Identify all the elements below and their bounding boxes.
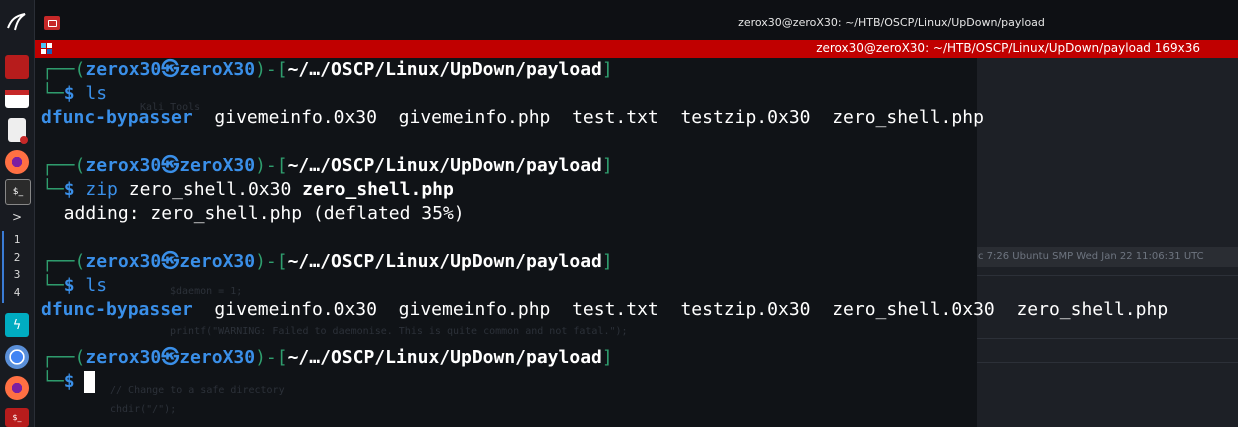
command-line: └─$ ls <box>42 275 108 296</box>
prompt-user: zerox30 <box>85 251 162 272</box>
prompt-at-symbol: ㉿ <box>161 155 180 176</box>
command-line: └─$ zip zero_shell.0x30 zero_shell.php <box>42 179 454 200</box>
command-name: zip <box>85 179 118 200</box>
file-entry: givemeinfo.php <box>398 299 551 320</box>
prompt-user: zerox30 <box>85 155 162 176</box>
directory-entry: dfunc-bypasser <box>41 299 193 320</box>
window-title: zerox30@zeroX30: ~/HTB/OSCP/Linux/UpDown… <box>738 16 1045 29</box>
workspace-4[interactable]: 4 <box>9 286 25 299</box>
text-editor-icon[interactable] <box>8 118 28 144</box>
red-app-icon[interactable] <box>5 55 29 79</box>
file-entry: test.txt <box>572 299 659 320</box>
prompt-host: zeroX30 <box>179 59 256 80</box>
prompt-line: ┌──(zerox30㉿zeroX30)-[~/…/OSCP/Linux/UpD… <box>42 347 613 368</box>
file-entry: givemeinfo.0x30 <box>214 299 377 320</box>
prompt-line: ┌──(zerox30㉿zeroX30)-[~/…/OSCP/Linux/UpD… <box>42 59 613 80</box>
ghost-text: printf("WARNING: Failed to daemonise. Th… <box>170 326 628 337</box>
ghost-text: $daemon = 1; <box>170 286 243 297</box>
background-divider <box>976 338 1238 339</box>
workspace-indicator <box>2 231 4 303</box>
app-dock: $_ > 1 2 3 4 ϟ $_ <box>0 0 35 427</box>
ghost-text: chdir("/"); <box>110 404 177 415</box>
red-terminal-icon[interactable]: $_ <box>5 408 29 427</box>
prompt-path: ~/…/OSCP/Linux/UpDown/payload <box>287 155 602 176</box>
tab-title[interactable]: zerox30@zeroX30: ~/HTB/OSCP/Linux/UpDown… <box>816 41 1200 55</box>
file-entry: zero_shell.php <box>832 107 984 128</box>
file-entry: testzip.0x30 <box>680 299 811 320</box>
file-entry: zero_shell.0x30 <box>832 299 995 320</box>
prompt-user: zerox30 <box>85 59 162 80</box>
file-entry: givemeinfo.0x30 <box>214 107 377 128</box>
workspace-1[interactable]: 1 <box>9 233 25 246</box>
chevron-right-icon[interactable]: > <box>5 205 29 229</box>
firefox-icon[interactable] <box>5 150 29 174</box>
ls-output: dfunc-bypasser givemeinfo.0x30 givemeinf… <box>41 299 1168 321</box>
prompt-dollar: $ <box>63 179 75 200</box>
prompt-dollar: $ <box>63 83 75 104</box>
prompt-path: ~/…/OSCP/Linux/UpDown/payload <box>287 251 602 272</box>
prompt-user: zerox30 <box>85 347 162 368</box>
prompt-at-symbol: ㉿ <box>161 59 180 80</box>
lightning-icon[interactable]: ϟ <box>5 313 29 337</box>
file-entry: givemeinfo.php <box>398 107 551 128</box>
prompt-host: zeroX30 <box>179 251 256 272</box>
prompt-host: zeroX30 <box>179 155 256 176</box>
directory-entry: dfunc-bypasser <box>41 107 193 128</box>
command-name: ls <box>85 83 108 104</box>
command-name: ls <box>85 275 108 296</box>
terminal-icon[interactable]: $_ <box>5 179 31 205</box>
firefox-icon-2[interactable] <box>5 376 29 400</box>
background-divider <box>976 362 1238 363</box>
file-entry: zero_shell.php <box>1016 299 1169 320</box>
terminal-output[interactable]: Kali Tools $daemon = 1; printf("WARNING:… <box>35 58 1168 427</box>
prompt-path: ~/…/OSCP/Linux/UpDown/payload <box>287 347 602 368</box>
command-argument: zero_shell.0x30 <box>128 179 292 200</box>
zip-output: adding: zero_shell.php (deflated 35%) <box>42 203 465 224</box>
prompt-path: ~/…/OSCP/Linux/UpDown/payload <box>287 59 602 80</box>
prompt-dollar: $ <box>63 275 75 296</box>
file-entry: testzip.0x30 <box>680 107 811 128</box>
command-argument: zero_shell.php <box>302 179 454 200</box>
ghost-text: // Change to a safe directory <box>110 385 285 396</box>
kali-menu-icon[interactable] <box>5 10 29 34</box>
background-status-strip: c 7:26 Ubuntu SMP Wed Jan 22 11:06:31 UT… <box>976 247 1238 267</box>
file-entry: test.txt <box>572 107 659 128</box>
workspace-3[interactable]: 3 <box>9 268 25 281</box>
prompt-line: ┌──(zerox30㉿zeroX30)-[~/…/OSCP/Linux/UpD… <box>42 155 613 176</box>
prompt-host: zeroX30 <box>179 347 256 368</box>
background-divider <box>976 275 1238 276</box>
background-window <box>976 58 1238 427</box>
active-command-line[interactable]: └─$ <box>42 371 95 393</box>
file-manager-icon[interactable] <box>5 90 29 108</box>
prompt-dollar: $ <box>63 371 75 392</box>
ls-output: dfunc-bypasser givemeinfo.0x30 givemeinf… <box>41 107 984 129</box>
chromium-icon[interactable] <box>5 345 29 369</box>
prompt-at-symbol: ㉿ <box>161 251 180 272</box>
prompt-line: ┌──(zerox30㉿zeroX30)-[~/…/OSCP/Linux/UpD… <box>42 251 613 272</box>
window-titlebar: zerox30@zeroX30: ~/HTB/OSCP/Linux/UpDown… <box>35 0 1238 40</box>
command-line: └─$ ls <box>42 83 108 104</box>
qterminal-icon <box>41 43 53 55</box>
workspace-2[interactable]: 2 <box>9 251 25 264</box>
prompt-at-symbol: ㉿ <box>161 347 180 368</box>
text-cursor[interactable] <box>83 371 95 393</box>
terminal-tab-bar: zerox30@zeroX30: ~/HTB/OSCP/Linux/UpDown… <box>35 40 1238 58</box>
